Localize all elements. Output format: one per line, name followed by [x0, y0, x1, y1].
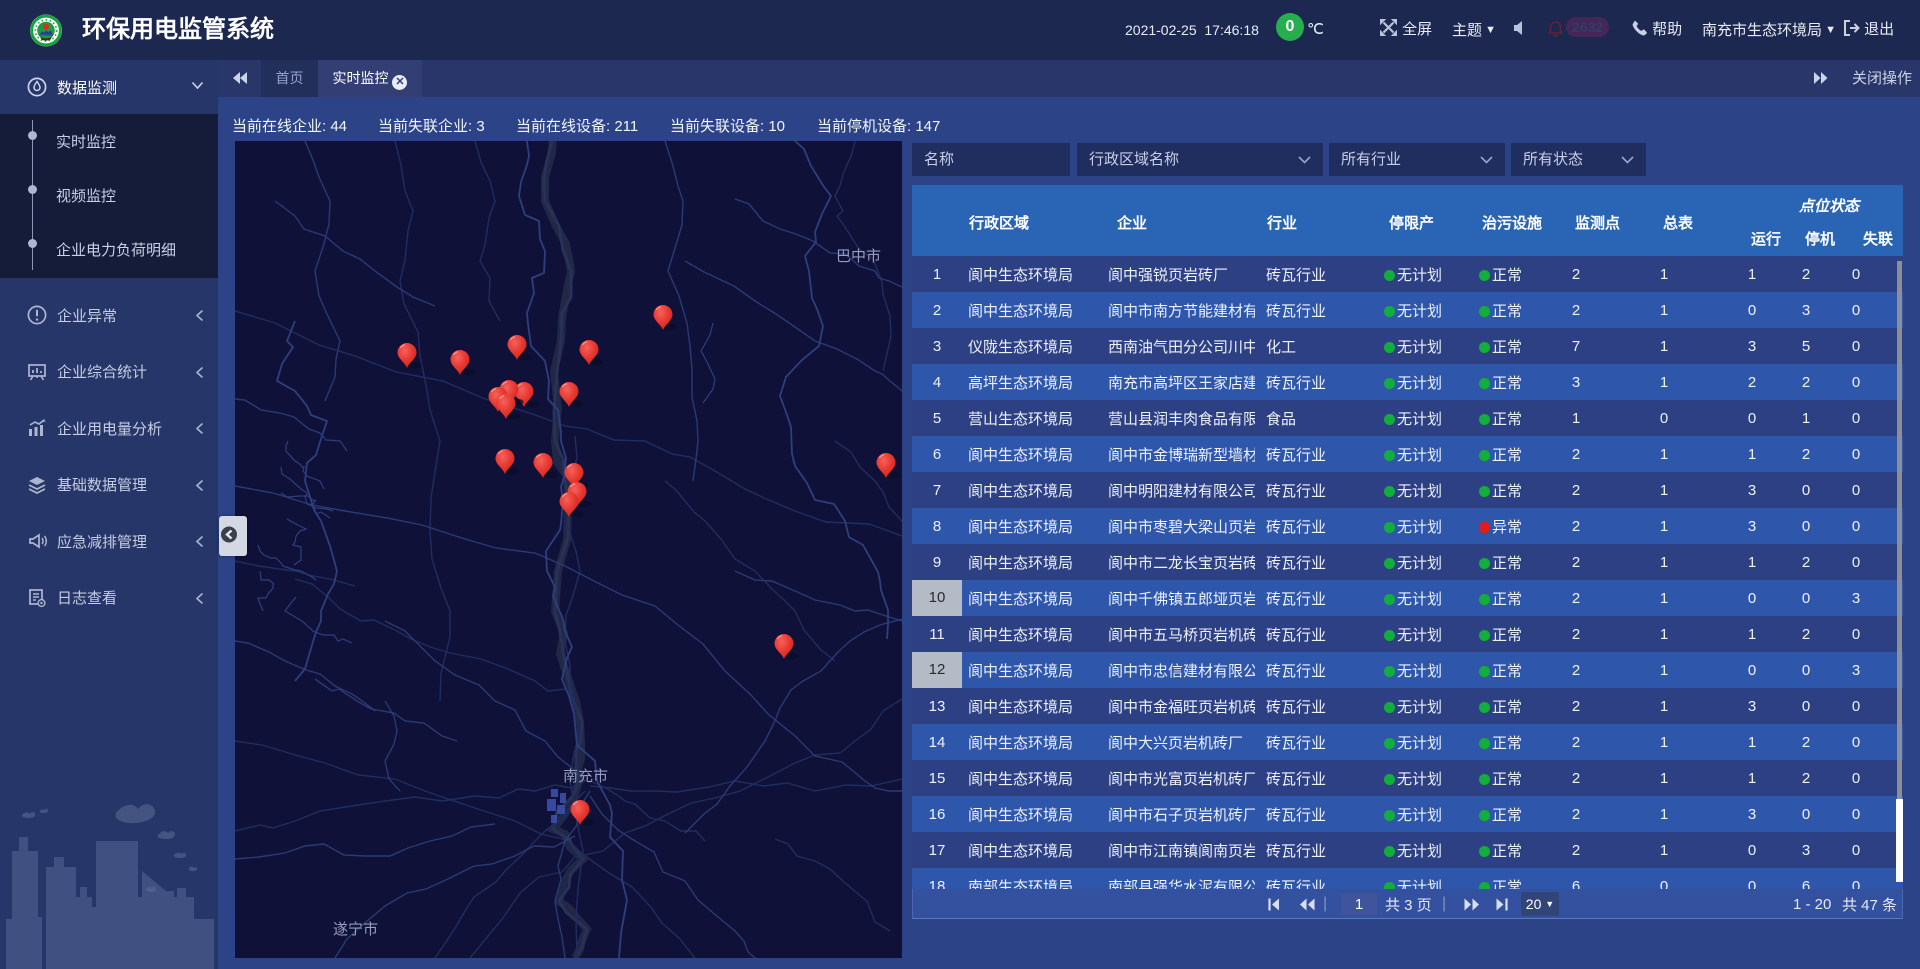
svg-text:南充市: 南充市: [563, 768, 608, 785]
svg-text:遂宁市: 遂宁市: [333, 921, 378, 938]
svg-text:巴中市: 巴中市: [836, 248, 881, 265]
